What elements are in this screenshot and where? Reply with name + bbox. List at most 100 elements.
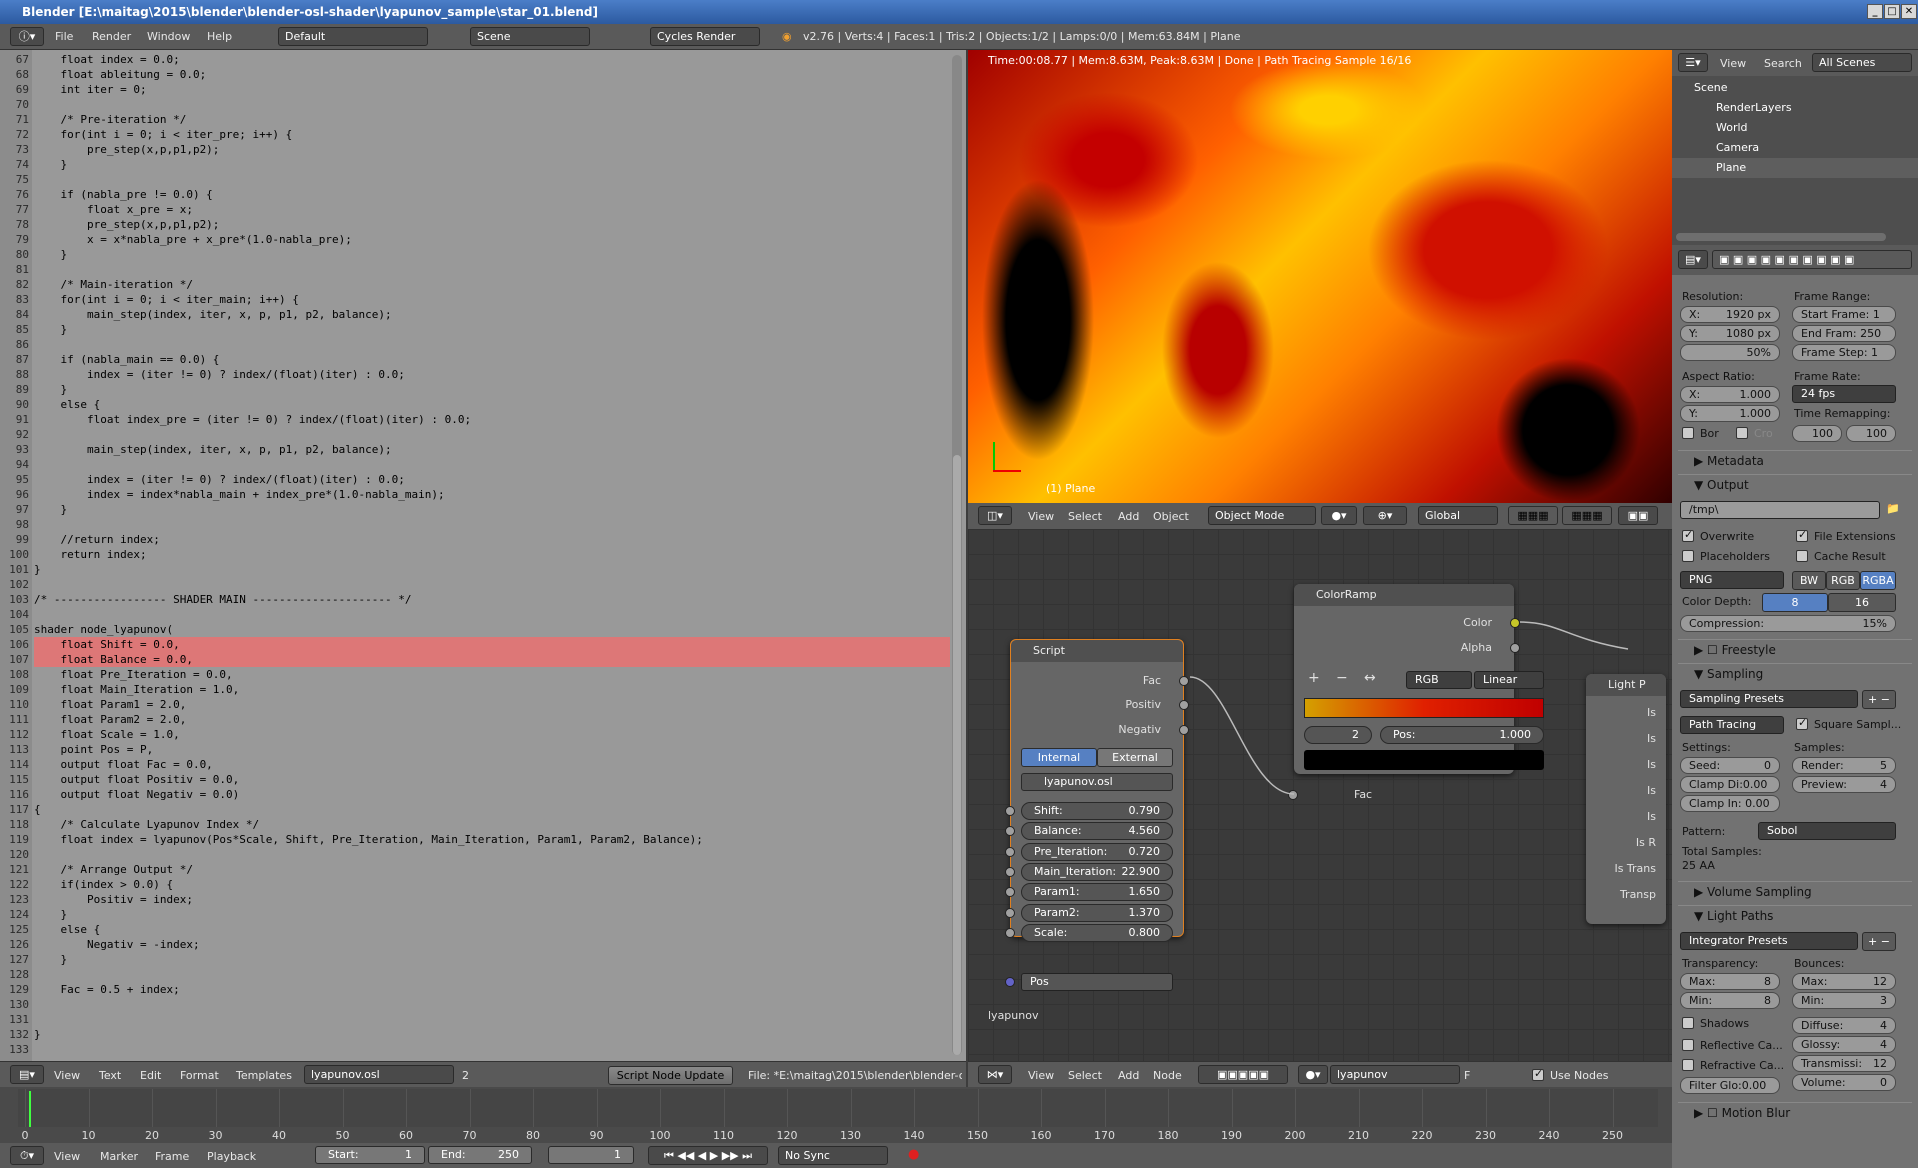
- rgb-button[interactable]: RGB: [1826, 571, 1860, 590]
- crop-checkbox[interactable]: [1736, 427, 1748, 439]
- outliner-item-camera[interactable]: Camera: [1672, 138, 1918, 158]
- code-line[interactable]: index = (iter != 0) ? index/(float)(iter…: [34, 367, 405, 382]
- node-menu-node[interactable]: Node: [1153, 1069, 1182, 1082]
- minimize-button[interactable]: _: [1867, 4, 1883, 19]
- code-line[interactable]: }: [34, 157, 67, 172]
- timeline-track[interactable]: [18, 1089, 1658, 1127]
- code-line[interactable]: for(int i = 0; i < iter_pre; i++) {: [34, 127, 292, 142]
- menu-render[interactable]: Render: [92, 30, 131, 43]
- code-line[interactable]: float Param2 = 2.0,: [34, 712, 186, 727]
- outliner-filter-dropdown[interactable]: All Scenes: [1812, 53, 1912, 72]
- file-format-dropdown[interactable]: PNG: [1680, 571, 1784, 589]
- viewport-menu-add[interactable]: Add: [1118, 510, 1139, 523]
- code-line[interactable]: }: [34, 562, 41, 577]
- text-editor[interactable]: 67 68 69 70 71 72 73 74 75 76 77 78 79 80 81 82 83 84 85 86…: [0, 50, 966, 1061]
- compression-field[interactable]: Compression: 15%: [1680, 615, 1896, 632]
- code-line[interactable]: float index = lyapunov(Pos*Scale, Shift,…: [34, 832, 702, 847]
- transform-orientation-dropdown[interactable]: Global: [1418, 506, 1498, 525]
- timeline-menu-marker[interactable]: Marker: [100, 1150, 138, 1163]
- code-line[interactable]: for(int i = 0; i < iter_main; i++) {: [34, 292, 298, 307]
- code-line[interactable]: }: [34, 322, 67, 337]
- code-line[interactable]: /* Pre-iteration */: [34, 112, 186, 127]
- code-line[interactable]: /* Arrange Output */: [34, 862, 192, 877]
- bounces-min-field[interactable]: Min: 3: [1792, 992, 1896, 1009]
- integrator-presets-dropdown[interactable]: Integrator Presets: [1680, 932, 1858, 950]
- fake-user-toggle[interactable]: F: [1464, 1069, 1470, 1082]
- overwrite-checkbox[interactable]: [1682, 528, 1694, 542]
- menu-help[interactable]: Help: [207, 30, 232, 43]
- code-line[interactable]: main_step(index, iter, x, p, p1, p2, bal…: [34, 307, 392, 322]
- outliner-item-plane[interactable]: Plane: [1672, 158, 1918, 178]
- code-line[interactable]: index = index*nabla_main + index_pre*(1.…: [34, 487, 445, 502]
- menu-window[interactable]: Window: [147, 30, 190, 43]
- code-line[interactable]: float Balance = 0.0,: [34, 652, 192, 667]
- outliner-scrollbar[interactable]: [1676, 233, 1886, 241]
- sampling-presets-add-remove[interactable]: + −: [1862, 690, 1896, 709]
- start-frame-field[interactable]: Start: 1: [315, 1146, 425, 1164]
- record-icon[interactable]: ●: [908, 1147, 919, 1162]
- timeline-type-icon[interactable]: ⏱▾: [10, 1146, 44, 1165]
- code-line[interactable]: /* Main-iteration */: [34, 277, 192, 292]
- folder-icon[interactable]: 📁: [1886, 502, 1900, 515]
- render-preview-icon[interactable]: ▣▣: [1618, 506, 1658, 525]
- shading-icon[interactable]: ●▾: [1321, 506, 1357, 525]
- code-line[interactable]: float index = 0.0;: [34, 52, 179, 67]
- code-line[interactable]: }: [34, 502, 67, 517]
- close-button[interactable]: ✕: [1901, 4, 1917, 19]
- code-line[interactable]: shader node_lyapunov(: [34, 622, 173, 637]
- node-editor-type-icon[interactable]: ⋈▾: [978, 1065, 1012, 1084]
- light-paths-panel-header[interactable]: ▼ Light Paths: [1678, 905, 1912, 925]
- timeline-menu-playback[interactable]: Playback: [207, 1150, 256, 1163]
- code-line[interactable]: float Scale = 1.0,: [34, 727, 179, 742]
- code-line[interactable]: }: [34, 1027, 41, 1042]
- code-line[interactable]: else {: [34, 922, 100, 937]
- editor-type-icon[interactable]: ▤▾: [10, 1065, 44, 1084]
- code-line[interactable]: output float Fac = 0.0,: [34, 757, 212, 772]
- aspect-y-field[interactable]: Y: 1.000: [1680, 405, 1780, 422]
- properties-type-icon[interactable]: ▤▾: [1678, 250, 1708, 269]
- preview-samples-field[interactable]: Preview: 4: [1792, 776, 1896, 793]
- bounces-max-field[interactable]: Max: 12: [1792, 973, 1896, 990]
- current-frame-field[interactable]: 1: [548, 1146, 634, 1164]
- 3d-viewport[interactable]: Time:00:08.77 | Mem:8.63M, Peak:8.63M | …: [968, 50, 1672, 503]
- code-line[interactable]: output float Negativ = 0.0): [34, 787, 239, 802]
- info-icon[interactable]: ⓘ▾: [10, 27, 44, 46]
- text-menu-edit[interactable]: Edit: [140, 1069, 161, 1082]
- code-line[interactable]: else {: [34, 397, 100, 412]
- maximize-button[interactable]: □: [1884, 4, 1900, 19]
- properties-context-tabs[interactable]: ▣ ▣ ▣ ▣ ▣ ▣ ▣ ▣ ▣ ▣: [1712, 250, 1912, 269]
- code-line[interactable]: pre_step(x,p,p1,p2);: [34, 142, 219, 157]
- frame-rate-dropdown[interactable]: 24 fps: [1792, 385, 1896, 403]
- text-menu-view[interactable]: View: [54, 1069, 80, 1082]
- end-frame-field[interactable]: End: 250: [428, 1146, 532, 1164]
- object-mode-dropdown[interactable]: Object Mode: [1208, 506, 1316, 525]
- remap-old-field[interactable]: 100: [1792, 425, 1842, 442]
- frame-step-prop[interactable]: Frame Step: 1: [1792, 344, 1896, 361]
- clamp-direct-field[interactable]: Clamp Di:0.00: [1680, 776, 1780, 793]
- code-line[interactable]: output float Positiv = 0.0,: [34, 772, 239, 787]
- use-nodes-checkbox[interactable]: [1532, 1067, 1544, 1081]
- outliner-type-icon[interactable]: ☰▾: [1678, 53, 1708, 72]
- code-line[interactable]: Positiv = index;: [34, 892, 193, 907]
- layers-grid-1[interactable]: ▦▦▦: [1508, 506, 1558, 525]
- render-engine-dropdown[interactable]: Cycles Render: [650, 27, 760, 46]
- glossy-bounces-field[interactable]: Glossy: 4: [1792, 1036, 1896, 1053]
- viewport-menu-view[interactable]: View: [1028, 510, 1054, 523]
- pattern-dropdown[interactable]: Sobol: [1758, 822, 1896, 840]
- node-menu-add[interactable]: Add: [1118, 1069, 1139, 1082]
- transparency-max-field[interactable]: Max: 8: [1680, 973, 1780, 990]
- text-file-selector[interactable]: lyapunov.osl: [304, 1065, 454, 1084]
- code-line[interactable]: pre_step(x,p,p1,p2);: [34, 217, 219, 232]
- layers-grid-2[interactable]: ▦▦▦: [1562, 506, 1612, 525]
- outliner-item-world[interactable]: World: [1672, 118, 1918, 138]
- outliner-item-scene[interactable]: Scene: [1672, 78, 1918, 98]
- properties-editor[interactable]: ▤▾ ▣ ▣ ▣ ▣ ▣ ▣ ▣ ▣ ▣ ▣ Resolution: Frame…: [1672, 245, 1918, 1168]
- code-line[interactable]: //return index;: [34, 532, 159, 547]
- end-frame-prop[interactable]: End Fram: 250: [1792, 325, 1896, 342]
- code-line[interactable]: float ableitung = 0.0;: [34, 67, 206, 82]
- diffuse-bounces-field[interactable]: Diffuse: 4: [1792, 1017, 1896, 1034]
- sampling-presets-dropdown[interactable]: Sampling Presets: [1680, 690, 1858, 708]
- cache-result-checkbox[interactable]: [1796, 550, 1808, 562]
- text-menu-text[interactable]: Text: [99, 1069, 121, 1082]
- output-path-field[interactable]: /tmp\: [1680, 501, 1880, 519]
